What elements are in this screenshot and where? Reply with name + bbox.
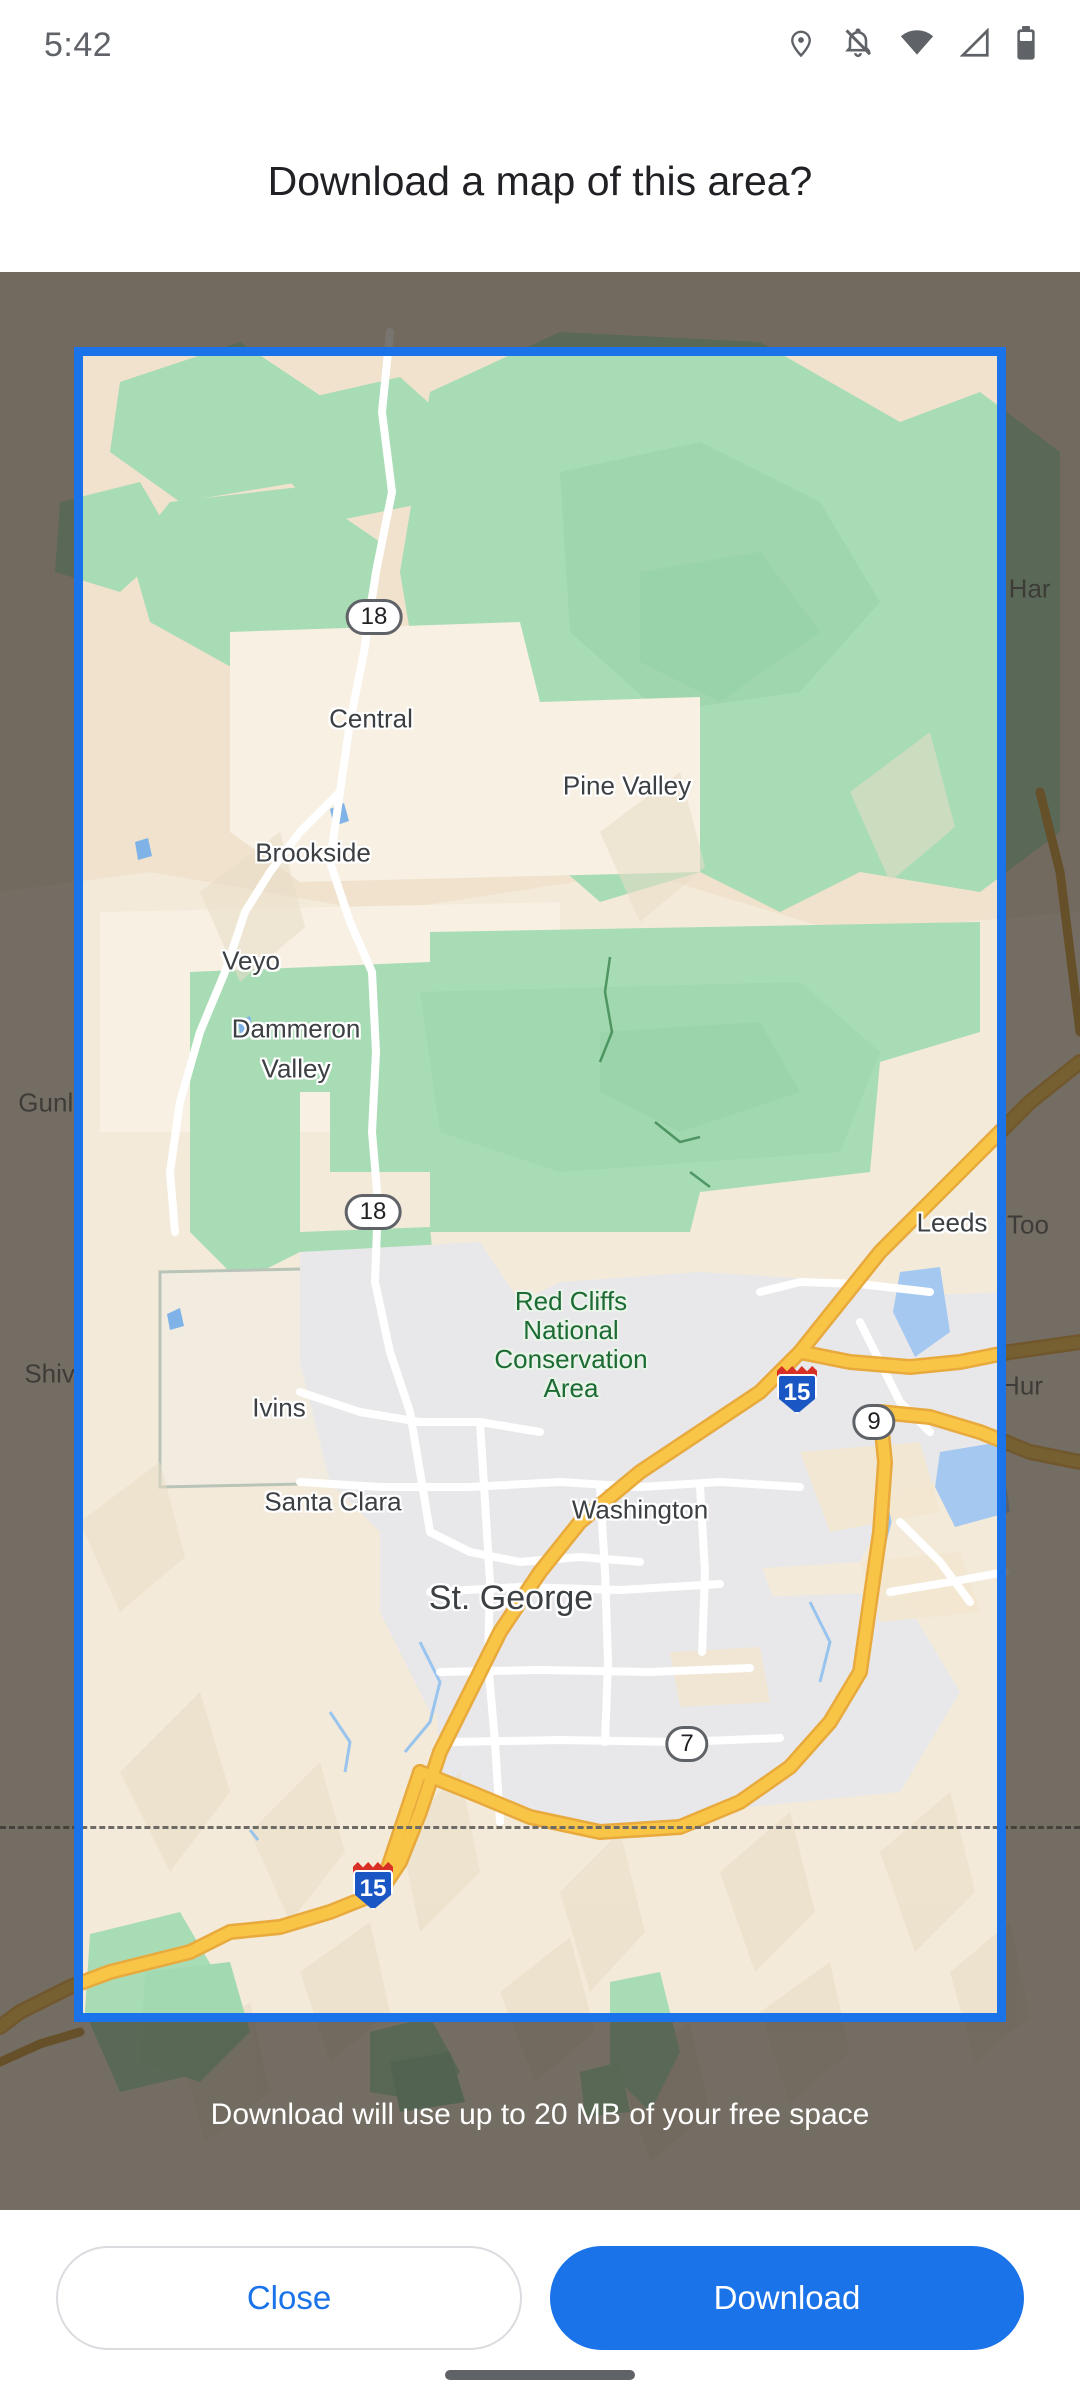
map-label-veyo: Veyo	[222, 945, 280, 976]
location-pin-icon	[786, 26, 816, 65]
state-boundary-line	[83, 1826, 997, 1829]
map-label-hur: Hur	[1001, 1370, 1043, 1401]
map-preview[interactable]: Central Pine Valley Brookside Veyo Dammeron V…	[0, 272, 1080, 2210]
map-label-leeds: Leeds	[916, 1207, 988, 1238]
route-shield-18: 18	[344, 1194, 402, 1230]
map-label-too: Too	[1007, 1209, 1049, 1240]
map-bright-layer: Central Pine Valley Brookside Veyo Dammeron V…	[83, 356, 997, 2013]
page-title: Download a map of this area?	[267, 157, 813, 204]
dialog-header: Download a map of this area?	[0, 90, 1080, 272]
map-label-brookside: Brookside	[255, 837, 371, 868]
route-shield-18: 18	[345, 599, 403, 635]
home-indicator[interactable]	[445, 2370, 635, 2380]
close-button[interactable]: Close	[56, 2246, 522, 2350]
interstate-shield-15: 15	[350, 1862, 396, 1910]
download-area-selection[interactable]: Central Pine Valley Brookside Veyo Dammeron V…	[74, 347, 1006, 2022]
map-label-santa-clara: Santa Clara	[264, 1486, 402, 1517]
notifications-off-icon	[842, 26, 874, 65]
map-label-valley: Valley	[261, 1053, 331, 1084]
map-label-ivins: Ivins	[252, 1392, 306, 1423]
map-label-dammeron: Dammeron	[231, 1013, 361, 1044]
map-label-pine-valley: Pine Valley	[562, 770, 692, 801]
map-label-washington: Washington	[571, 1494, 709, 1525]
download-size-note: Download will use up to 20 MB of your fr…	[210, 2098, 870, 2131]
download-button[interactable]: Download	[550, 2246, 1024, 2350]
wifi-icon	[900, 28, 934, 63]
route-shield-9: 9	[852, 1404, 896, 1440]
battery-icon	[1016, 25, 1036, 65]
map-label-central: Central	[329, 703, 413, 734]
status-icons	[786, 25, 1036, 65]
route-shield-7: 7	[665, 1726, 709, 1762]
action-bar: Close Download	[0, 2210, 1080, 2400]
cell-signal-icon	[959, 26, 990, 63]
status-bar: 5:42	[0, 0, 1080, 90]
map-label-red-cliffs-nca: Red CliffsNationalConservationArea	[494, 1285, 648, 1404]
status-clock: 5:42	[44, 25, 113, 64]
interstate-shield-15: 15	[774, 1366, 820, 1414]
map-label-st-george: St. George	[428, 1578, 594, 1617]
